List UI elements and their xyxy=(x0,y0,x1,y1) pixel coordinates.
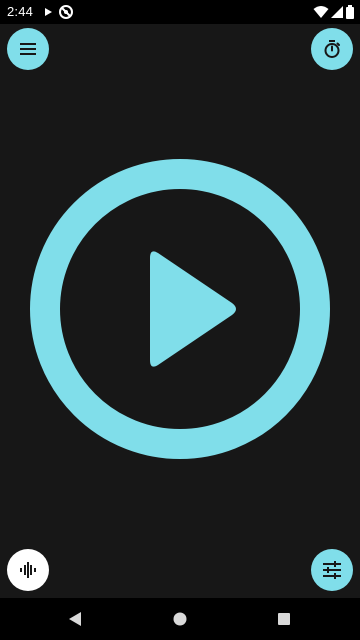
status-bar: 2:44 xyxy=(0,0,360,24)
battery-icon xyxy=(344,4,356,20)
status-time: 2:44 xyxy=(7,4,34,19)
recents-icon[interactable] xyxy=(272,607,296,631)
home-icon[interactable] xyxy=(168,607,192,631)
menu-button[interactable] xyxy=(7,28,49,70)
play-icon xyxy=(30,159,330,459)
menu-icon xyxy=(19,42,37,56)
sound-button[interactable] xyxy=(7,549,49,591)
navigation-bar xyxy=(0,598,360,640)
back-icon[interactable] xyxy=(64,607,88,631)
waveform-icon xyxy=(18,561,38,579)
play-store-icon xyxy=(40,4,56,20)
timer-button[interactable] xyxy=(311,28,353,70)
equalizer-button[interactable] xyxy=(311,549,353,591)
wifi-icon xyxy=(313,4,329,20)
play-button[interactable] xyxy=(30,159,330,459)
timer-icon xyxy=(322,39,342,59)
equalizer-icon xyxy=(322,561,342,579)
no-disturb-icon xyxy=(58,4,74,20)
signal-icon xyxy=(329,4,345,20)
